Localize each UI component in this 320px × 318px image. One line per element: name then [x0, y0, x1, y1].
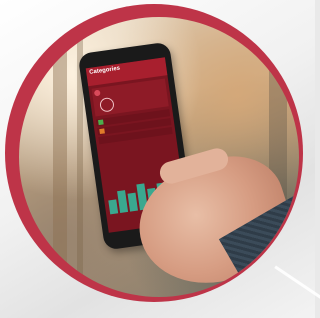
background-tree: [53, 17, 67, 297]
chart-bar: [117, 190, 129, 213]
photo: Categories: [19, 17, 299, 297]
status-indicator: [98, 119, 104, 126]
status-indicator: [99, 128, 105, 135]
chart-bar: [127, 192, 138, 212]
card-icon: [93, 89, 101, 97]
chart-bar: [108, 199, 119, 215]
circular-frame: Categories: [5, 4, 303, 302]
app-title: Categories: [88, 65, 121, 76]
gauge-icon: [99, 96, 115, 113]
